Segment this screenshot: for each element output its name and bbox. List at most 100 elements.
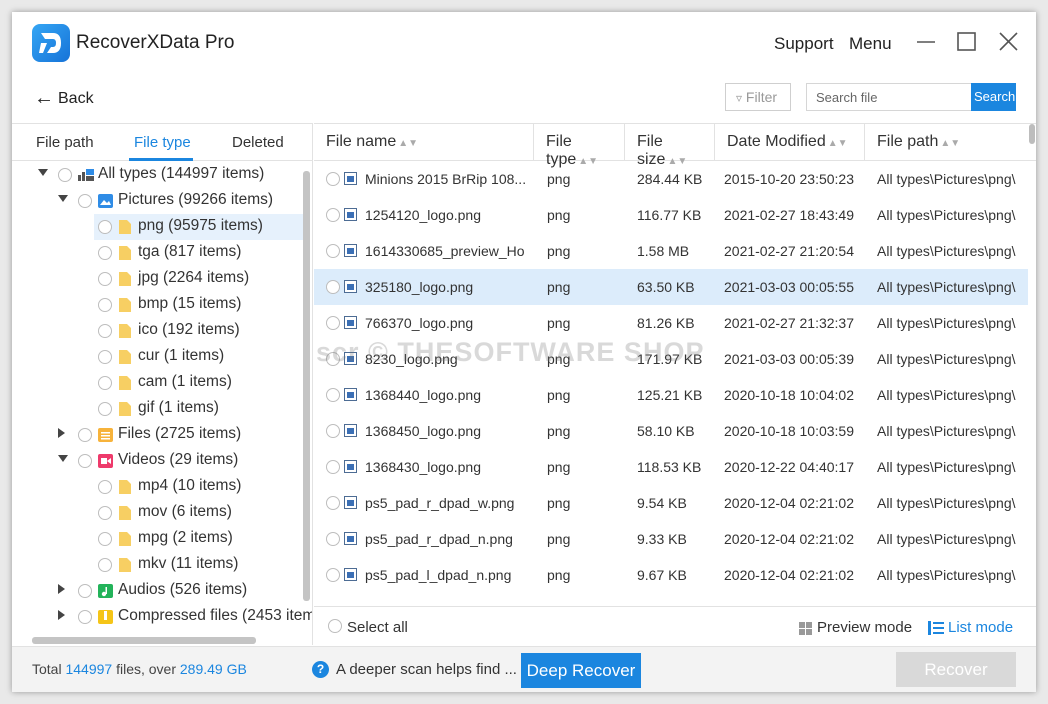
- tree-item-checkbox[interactable]: [58, 168, 72, 182]
- tree-item-checkbox[interactable]: [98, 506, 112, 520]
- tree-item-checkbox[interactable]: [78, 584, 92, 598]
- row-checkbox[interactable]: [326, 568, 340, 582]
- tree-item[interactable]: All types (144997 items): [12, 162, 304, 188]
- expand-caret-icon[interactable]: [58, 610, 65, 620]
- search-button[interactable]: Search: [971, 83, 1016, 111]
- table-row[interactable]: 1614330685_preview_Ho... png 1.58 MB 2021-0…: [314, 233, 1028, 269]
- tree-item[interactable]: mpg (2 items): [12, 526, 304, 552]
- tab-file-path[interactable]: File path: [36, 134, 94, 151]
- column-header-file-path[interactable]: File path ▲▼: [865, 124, 1036, 161]
- tree-item[interactable]: Compressed files (2453 items): [12, 604, 312, 630]
- tree-item-checkbox[interactable]: [98, 324, 112, 338]
- minimize-icon[interactable]: [915, 30, 939, 54]
- expand-caret-icon[interactable]: [58, 584, 65, 594]
- table-row[interactable]: ps5_pad_r_dpad_n.png png 9.33 KB 2020-12-04…: [314, 521, 1028, 557]
- tree-item-checkbox[interactable]: [78, 454, 92, 468]
- tree-item[interactable]: mp4 (10 items): [12, 474, 304, 500]
- table-row[interactable]: 1254120_logo.png png 116.77 KB 2021-02-27 1…: [314, 197, 1028, 233]
- tab-deleted[interactable]: Deleted: [232, 134, 284, 151]
- select-all-label[interactable]: Select all: [347, 619, 408, 636]
- table-row[interactable]: 325180_logo.png png 63.50 KB 2021-03-03 00:…: [314, 269, 1028, 305]
- table-row[interactable]: ps5_pad_l_dpad_n.png png 9.67 KB 2020-12-04…: [314, 557, 1028, 593]
- tree-item[interactable]: Audios (526 items): [12, 578, 304, 604]
- preview-mode-icon[interactable]: [799, 622, 812, 635]
- tree-item-checkbox[interactable]: [78, 610, 92, 624]
- table-row[interactable]: Minions 2015 BrRip 108... png 284.44 KB 201…: [314, 161, 1028, 197]
- cell-file-path: All types\Pictures\png\: [877, 207, 1016, 223]
- expand-caret-icon[interactable]: [58, 428, 65, 438]
- table-row[interactable]: ps5_pad_r_dpad_w.png png 9.54 KB 2020-12-04…: [314, 485, 1028, 521]
- table-row[interactable]: 766370_logo.png png 81.26 KB 2021-02-27 21:…: [314, 305, 1028, 341]
- tree-item-checkbox[interactable]: [98, 402, 112, 416]
- row-checkbox[interactable]: [326, 424, 340, 438]
- row-checkbox[interactable]: [326, 460, 340, 474]
- tree-item[interactable]: Pictures (99266 items): [12, 188, 304, 214]
- tree-item-checkbox[interactable]: [98, 558, 112, 572]
- column-header-date-modified[interactable]: Date Modified ▲▼: [715, 124, 865, 161]
- tree-item-checkbox[interactable]: [98, 272, 112, 286]
- row-checkbox[interactable]: [326, 208, 340, 222]
- recover-button[interactable]: Recover: [896, 652, 1016, 687]
- collapse-caret-icon[interactable]: [38, 169, 48, 176]
- table-row[interactable]: 1368450_logo.png png 58.10 KB 2020-10-18 10…: [314, 413, 1028, 449]
- total-mid: files, over: [116, 661, 176, 677]
- column-header-file-size[interactable]: File size ▲▼: [625, 124, 715, 168]
- tree-item-checkbox[interactable]: [98, 480, 112, 494]
- filter-button[interactable]: ▿ Filter: [725, 83, 791, 111]
- tree-item-checkbox[interactable]: [98, 532, 112, 546]
- row-checkbox[interactable]: [326, 532, 340, 546]
- maximize-icon[interactable]: [956, 30, 980, 54]
- file-list-vertical-scrollbar[interactable]: [1028, 124, 1036, 604]
- deep-recover-button[interactable]: Deep Recover: [521, 653, 641, 688]
- row-checkbox[interactable]: [326, 316, 340, 330]
- menu-link[interactable]: Menu: [849, 34, 892, 54]
- search-input[interactable]: Search file: [806, 83, 972, 111]
- close-icon[interactable]: [997, 30, 1021, 54]
- tree-item[interactable]: cur (1 items): [12, 344, 304, 370]
- column-header-file-type[interactable]: File type ▲▼: [534, 124, 625, 168]
- help-icon[interactable]: ?: [312, 661, 329, 678]
- back-button[interactable]: ← Back: [34, 87, 94, 110]
- cell-file-path: All types\Pictures\png\: [877, 279, 1016, 295]
- tree-item-checkbox[interactable]: [98, 220, 112, 234]
- row-checkbox[interactable]: [326, 280, 340, 294]
- select-all-checkbox[interactable]: [328, 619, 342, 633]
- tree-item-checkbox[interactable]: [78, 428, 92, 442]
- tree-item[interactable]: bmp (15 items): [12, 292, 304, 318]
- tree-item-label: All types (144997 items): [98, 165, 265, 182]
- preview-mode-button[interactable]: Preview mode: [817, 619, 912, 636]
- tree-item[interactable]: Videos (29 items): [12, 448, 304, 474]
- tree-horizontal-scrollbar[interactable]: [32, 637, 256, 644]
- collapse-caret-icon[interactable]: [58, 195, 68, 202]
- tab-file-type[interactable]: File type: [134, 134, 191, 151]
- tree-item-checkbox[interactable]: [98, 350, 112, 364]
- collapse-caret-icon[interactable]: [58, 455, 68, 462]
- table-row[interactable]: 1368430_logo.png png 118.53 KB 2020-12-22 0…: [314, 449, 1028, 485]
- tree-item[interactable]: cam (1 items): [12, 370, 304, 396]
- tree-item-checkbox[interactable]: [98, 298, 112, 312]
- tree-item[interactable]: mov (6 items): [12, 500, 304, 526]
- tree-item-checkbox[interactable]: [98, 246, 112, 260]
- tree-item[interactable]: tga (817 items): [12, 240, 304, 266]
- row-checkbox[interactable]: [326, 388, 340, 402]
- tree-vertical-scrollbar[interactable]: [303, 171, 310, 601]
- list-mode-button[interactable]: List mode: [948, 619, 1013, 636]
- scrollbar-thumb[interactable]: [1029, 124, 1035, 144]
- list-mode-icon[interactable]: [928, 621, 944, 635]
- tree-item[interactable]: Files (2725 items): [12, 422, 304, 448]
- row-checkbox[interactable]: [326, 244, 340, 258]
- cell-date-modified: 2021-02-27 18:43:49: [724, 207, 854, 223]
- tree-item[interactable]: jpg (2264 items): [12, 266, 304, 292]
- sort-icon: ▲▼: [827, 138, 848, 149]
- tree-item-checkbox[interactable]: [78, 194, 92, 208]
- tree-item[interactable]: gif (1 items): [12, 396, 304, 422]
- row-checkbox[interactable]: [326, 496, 340, 510]
- row-checkbox[interactable]: [326, 172, 340, 186]
- column-header-file-name[interactable]: File name ▲▼: [314, 124, 534, 161]
- tree-item[interactable]: png (95975 items): [12, 214, 304, 240]
- table-row[interactable]: 1368440_logo.png png 125.21 KB 2020-10-18 1…: [314, 377, 1028, 413]
- tree-item-checkbox[interactable]: [98, 376, 112, 390]
- tree-item[interactable]: mkv (11 items): [12, 552, 304, 578]
- support-link[interactable]: Support: [774, 34, 834, 54]
- tree-item[interactable]: ico (192 items): [12, 318, 304, 344]
